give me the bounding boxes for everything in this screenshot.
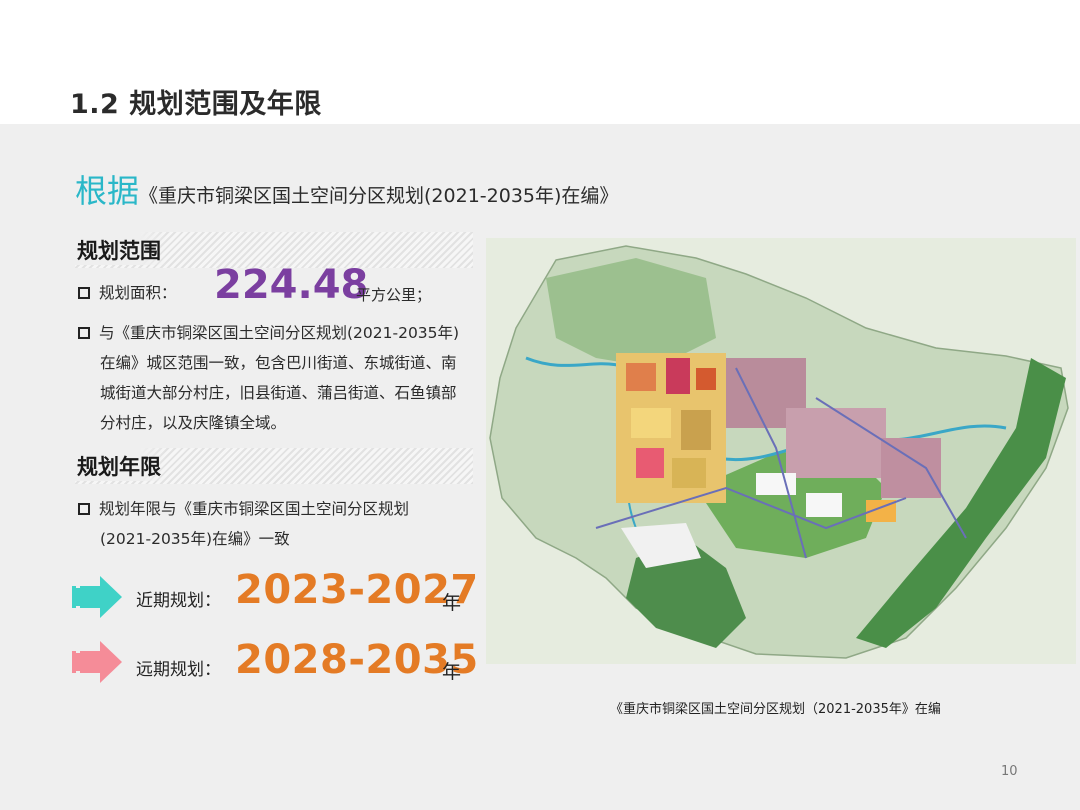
urban-block — [666, 358, 690, 394]
near-arrow-shape — [72, 576, 122, 618]
basis-document: 《重庆市铜梁区国土空间分区规划(2021-2035年)在编》 — [139, 185, 619, 207]
term-desc-line-2: (2021-2035年)在编》一致 — [100, 530, 290, 548]
urban-block — [696, 368, 716, 390]
long-term-arrow-icon — [72, 641, 122, 683]
page-number: 10 — [1001, 764, 1018, 779]
area-label: 规划面积： — [99, 284, 177, 302]
area-value: 224.48 — [214, 262, 369, 308]
industrial-zone-east — [786, 408, 886, 478]
scope-desc-line-4: 分村庄，以及庆隆镇全域。 — [100, 414, 287, 432]
scope-bullet: 与《重庆市铜梁区国土空间分区规划(2021-2035年) — [78, 318, 459, 348]
scope-heading-text: 规划范围 — [75, 232, 167, 265]
scope-desc-line-2: 在编》城区范围一致，包含巴川街道、东城街道、南 — [100, 354, 457, 372]
page-title: 1.2 规划范围及年限 — [70, 89, 322, 120]
long-term-label: 远期规划： — [136, 660, 221, 680]
term-desc-rest: (2021-2035年)在编》一致 — [100, 524, 492, 554]
scope-desc-rest: 在编》城区范围一致，包含巴川街道、东城街道、南 城街道大部分村庄，旧县街道、蒲吕… — [100, 348, 492, 438]
term-bullet: 规划年限与《重庆市铜梁区国土空间分区规划 — [78, 494, 409, 524]
scope-desc-line-1: 与《重庆市铜梁区国土空间分区规划(2021-2035年) — [99, 324, 460, 342]
area-unit: 平方公里； — [356, 286, 432, 304]
map-caption: 《重庆市铜梁区国土空间分区规划（2021-2035年》在编 — [610, 702, 941, 717]
term-heading-text: 规划年限 — [75, 448, 167, 481]
square-bullet-icon — [78, 327, 90, 339]
term-desc-line-1: 规划年限与《重庆市铜梁区国土空间分区规划 — [99, 500, 410, 518]
basis-line: 根据《重庆市铜梁区国土空间分区规划(2021-2035年)在编》 — [75, 166, 618, 212]
square-bullet-icon — [78, 287, 90, 299]
long-arrow-shape — [72, 641, 122, 683]
urban-block — [636, 448, 664, 478]
urban-block — [681, 410, 711, 450]
urban-block — [631, 408, 671, 438]
planning-map — [486, 238, 1076, 664]
planned-plot — [756, 473, 796, 495]
near-term-arrow-icon — [72, 576, 122, 618]
urban-block — [672, 458, 706, 488]
urban-block — [626, 363, 656, 391]
term-heading: 规划年限 — [75, 448, 473, 484]
near-term-label: 近期规划： — [136, 591, 221, 611]
area-bullet: 规划面积： — [78, 278, 177, 308]
basis-lead: 根据 — [75, 172, 140, 210]
near-term-unit: 年 — [442, 592, 462, 614]
planned-plot — [806, 493, 842, 517]
scope-desc-line-3: 城街道大部分村庄，旧县街道、蒲吕街道、石鱼镇部 — [100, 384, 457, 402]
industrial-zone-far-east — [881, 438, 941, 498]
square-bullet-icon — [78, 503, 90, 515]
header-band: 1.2 规划范围及年限 — [0, 0, 1080, 124]
long-term-unit: 年 — [442, 661, 462, 683]
